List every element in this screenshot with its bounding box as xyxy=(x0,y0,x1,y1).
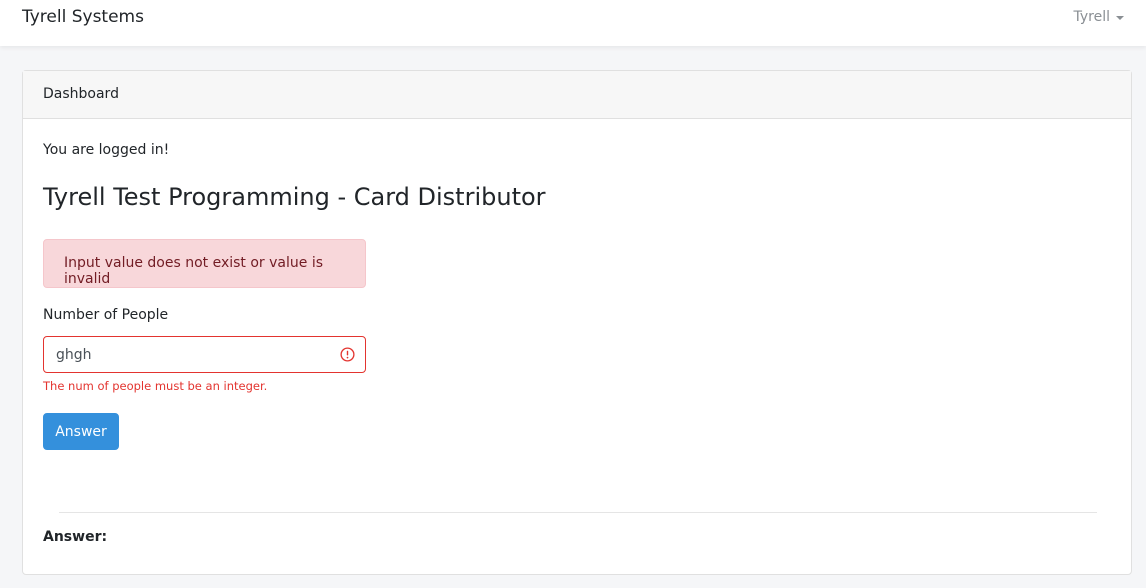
page-title: Tyrell Test Programming - Card Distribut… xyxy=(43,183,546,211)
answer-label: Answer: xyxy=(43,529,108,545)
status-message: You are logged in! xyxy=(43,142,170,158)
divider xyxy=(59,512,1097,513)
people-input[interactable] xyxy=(44,337,365,372)
user-dropdown[interactable]: Tyrell xyxy=(1073,9,1124,25)
card-header: Dashboard xyxy=(23,71,1131,119)
people-input-wrapper xyxy=(43,336,366,373)
brand-link[interactable]: Tyrell Systems xyxy=(22,7,144,27)
caret-down-icon xyxy=(1116,15,1124,20)
error-alert: Input value does not exist or value is i… xyxy=(43,239,366,288)
top-navbar: Tyrell Systems Tyrell xyxy=(0,0,1146,46)
people-label: Number of People xyxy=(43,307,169,323)
card-body: You are logged in! Tyrell Test Programmi… xyxy=(23,119,1131,574)
answer-button[interactable]: Answer xyxy=(43,413,119,450)
input-error-feedback: The num of people must be an integer. xyxy=(43,379,268,393)
dashboard-card: Dashboard You are logged in! Tyrell Test… xyxy=(22,70,1132,575)
error-circle-icon xyxy=(340,347,355,362)
user-name: Tyrell xyxy=(1073,9,1111,25)
